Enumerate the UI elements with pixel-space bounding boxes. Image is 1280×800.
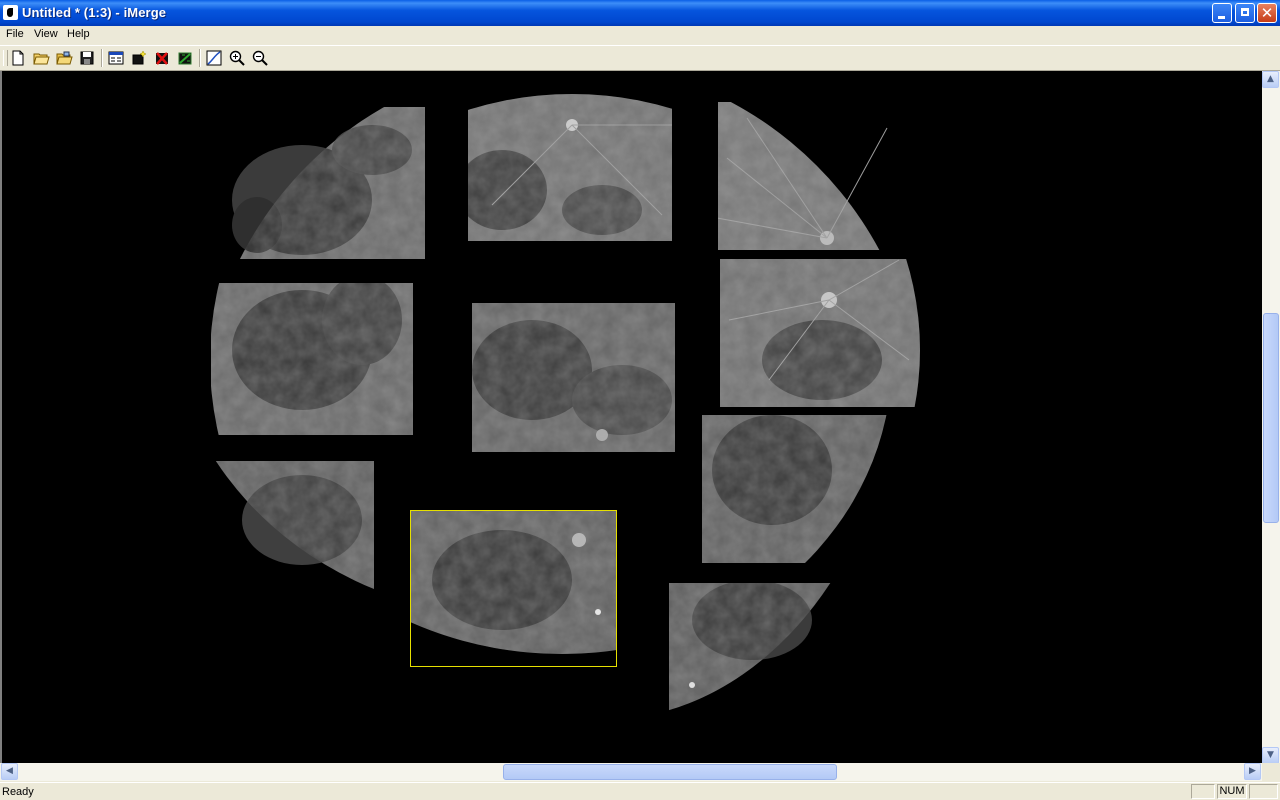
moon-tile-lower-right[interactable] [702,415,892,563]
vertical-scroll-thumb[interactable] [1263,313,1279,523]
status-pane-num: NUM [1217,784,1247,799]
open-folder-icon[interactable] [32,49,50,67]
merge-image-icon[interactable] [176,49,194,67]
new-file-icon[interactable] [9,49,27,67]
vertical-scrollbar[interactable]: ▲ ▼ [1262,71,1280,765]
scroll-right-icon[interactable]: ▶ [1244,763,1261,780]
toolbar [0,45,1280,71]
moon-tile-top-center[interactable] [468,94,672,241]
moon-tile-top-left[interactable] [220,107,425,259]
close-icon: ✕ [1260,4,1274,22]
app-icon[interactable] [3,5,18,20]
moon-tile-bottom-right[interactable] [669,583,864,723]
horizontal-scroll-thumb[interactable] [503,764,837,780]
horizontal-scrollbar[interactable]: ◀ ▶ [0,763,1262,781]
moon-tile-middle-left[interactable] [211,283,413,435]
scroll-down-icon[interactable]: ▼ [1262,747,1279,764]
restore-icon [1241,8,1249,16]
moon-tile-center[interactable] [472,303,675,452]
close-button[interactable]: ✕ [1257,3,1277,23]
image-canvas[interactable] [0,71,1262,765]
title-bar[interactable]: Untitled * (1:3) - iMerge ✕ [0,0,1280,26]
restore-button[interactable] [1235,3,1255,23]
menu-help[interactable]: Help [66,28,91,40]
curve-icon[interactable] [205,49,223,67]
window-title: Untitled * (1:3) - iMerge [22,5,167,20]
status-text: Ready [2,786,34,798]
scroll-up-icon[interactable]: ▲ [1262,71,1279,88]
remove-image-icon[interactable] [153,49,171,67]
properties-icon[interactable] [107,49,125,67]
toolbar-grip[interactable] [3,50,8,66]
moon-tile-bottom-center[interactable] [410,510,617,667]
menu-file[interactable]: File [5,28,25,40]
zoom-out-icon[interactable] [251,49,269,67]
status-pane-scroll [1249,784,1278,799]
scrollbar-corner [1262,763,1280,781]
minimize-button[interactable] [1212,3,1232,23]
moon-tile-middle-right[interactable] [720,259,920,407]
menu-bar: File View Help [0,26,1280,45]
scroll-left-icon[interactable]: ◀ [1,763,18,780]
open-images-icon[interactable] [55,49,73,67]
toolbar-separator [199,49,201,67]
minimize-icon [1218,16,1225,19]
save-icon[interactable] [78,49,96,67]
status-pane-caps [1191,784,1215,799]
zoom-in-icon[interactable] [228,49,246,67]
moon-tile-bottom-left[interactable] [172,461,374,611]
toolbar-separator [101,49,103,67]
moon-tile-top-right[interactable] [718,102,912,250]
status-bar: Ready NUM [0,782,1280,800]
add-image-icon[interactable] [130,49,148,67]
menu-view[interactable]: View [33,28,59,40]
